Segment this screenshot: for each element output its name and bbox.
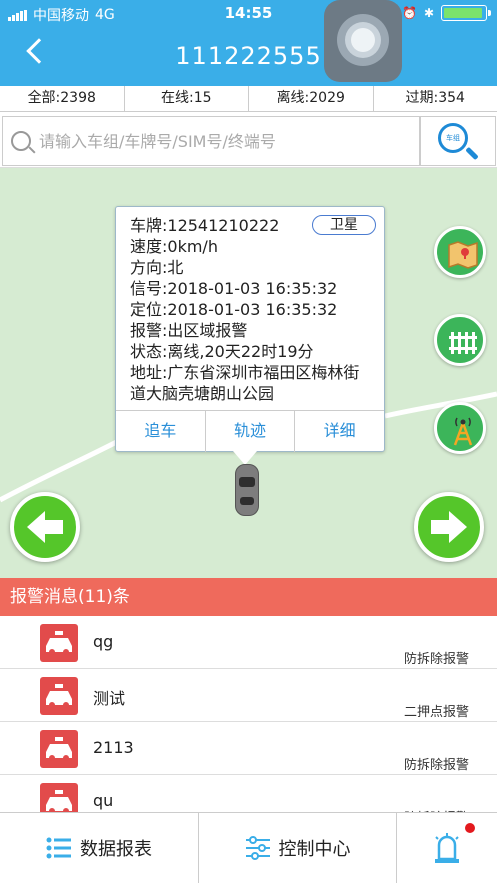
alarm-type: 防拆除报警 (403, 652, 469, 667)
signal-tower-icon (453, 417, 473, 446)
map-icon (448, 241, 478, 269)
popup-actions: 追车 轨迹 详细 (116, 410, 384, 452)
data-report-tab[interactable]: 数据报表 (0, 813, 199, 883)
popup-direction: 方向:北 (130, 258, 184, 277)
alarm-list: qg 防拆除报警 测试 二押点报警 2113 防拆除报警 qu 防拆除报警 (0, 616, 497, 812)
popup-pointer (233, 451, 257, 465)
police-car-icon (40, 783, 78, 812)
fence-button[interactable] (434, 314, 486, 366)
page-title: 111222555 (175, 42, 322, 70)
stat-expired[interactable]: 过期:354 (374, 86, 497, 111)
alarm-type: 二押点报警 (403, 705, 469, 720)
data-report-label: 数据报表 (80, 839, 152, 860)
alarm-vehicle-name: 测试 (93, 689, 126, 708)
fence-icon (449, 332, 477, 354)
group-search-button[interactable]: 车组 (420, 116, 496, 166)
assistive-touch-button[interactable] (324, 0, 402, 82)
alarm-clock-icon: ⏰ (401, 6, 417, 20)
map-layer-button[interactable] (434, 226, 486, 278)
police-car-icon (40, 730, 78, 768)
alarm-tab[interactable] (397, 813, 497, 883)
details-button[interactable]: 详细 (295, 411, 384, 452)
list-item[interactable]: 测试 二押点报警 (0, 669, 497, 722)
status-bar: 中国移动 4G 14:55 ↻ ➤ ⏰ ✱ (0, 0, 497, 28)
stat-online[interactable]: 在线:15 (125, 86, 249, 111)
satellite-button[interactable]: 卫星 (312, 215, 376, 235)
trajectory-button[interactable]: 轨迹 (206, 411, 296, 452)
control-center-tab[interactable]: 控制中心 (199, 813, 397, 883)
search-bar: 车组 (0, 112, 497, 168)
arrow-right-icon (431, 511, 467, 543)
control-center-label: 控制中心 (278, 839, 351, 860)
list-item[interactable]: 2113 防拆除报警 (0, 722, 497, 775)
previous-vehicle-button[interactable] (10, 492, 80, 562)
app-header: 中国移动 4G 14:55 ↻ ➤ ⏰ ✱ 111222555 (0, 0, 497, 86)
magnifier-icon: 车组 (438, 123, 468, 153)
alarm-vehicle-name: 2113 (93, 738, 134, 757)
alarm-vehicle-name: qu (93, 791, 114, 810)
bluetooth-icon: ✱ (423, 6, 434, 20)
bottom-nav: 数据报表 控制中心 (0, 812, 497, 883)
vehicle-marker-icon[interactable] (235, 464, 259, 516)
vehicle-stats-bar: 全部:2398 在线:15 离线:2029 过期:354 (0, 86, 497, 112)
police-car-icon (40, 624, 78, 662)
popup-address: 地址:广东省深圳市福田区梅林街道大脑壳塘朗山公园 (130, 363, 360, 403)
list-item[interactable]: qu 防拆除报警 (0, 775, 497, 812)
alarm-light-icon (435, 833, 459, 863)
next-vehicle-button[interactable] (414, 492, 484, 562)
popup-alarm: 报警:出区域报警 (130, 321, 248, 340)
sliders-icon (245, 836, 270, 860)
arrow-left-icon (27, 511, 63, 543)
vehicle-info-popup: 车牌:12541210222 速度:0km/h 方向:北 信号:2018-01-… (115, 206, 385, 452)
police-car-icon (40, 677, 78, 715)
track-car-button[interactable]: 追车 (116, 411, 206, 452)
alarm-header[interactable]: 报警消息(11)条 (0, 578, 497, 616)
list-icon (46, 837, 71, 859)
stat-offline[interactable]: 离线:2029 (249, 86, 374, 111)
popup-speed: 速度:0km/h (130, 237, 218, 256)
stat-all[interactable]: 全部:2398 (0, 86, 125, 111)
battery-icon (441, 5, 491, 21)
base-station-button[interactable] (434, 402, 486, 454)
search-icon (11, 131, 31, 151)
list-item[interactable]: qg 防拆除报警 (0, 616, 497, 669)
search-input[interactable] (39, 127, 409, 155)
popup-signal-time: 信号:2018-01-03 16:35:32 (130, 279, 338, 298)
group-search-label: 车组 (446, 134, 460, 142)
notification-dot (465, 823, 475, 833)
popup-position-time: 定位:2018-01-03 16:35:32 (130, 300, 338, 319)
alarm-type: 防拆除报警 (403, 758, 469, 773)
alarm-vehicle-name: qg (93, 632, 114, 651)
search-box (2, 116, 420, 166)
popup-state: 状态:离线,20天22时19分 (130, 342, 314, 361)
